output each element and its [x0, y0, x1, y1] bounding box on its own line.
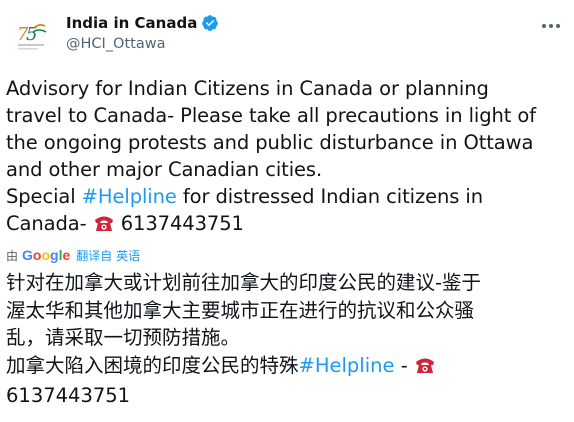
- avatar[interactable]: 7 5: [8, 12, 56, 60]
- google-logo-letter: o: [32, 247, 42, 263]
- google-logo-letter: g: [50, 247, 59, 263]
- translated-from-link[interactable]: 翻译自 英语: [76, 247, 140, 264]
- translated-text-line: 针对在加拿大或计划前往加拿大的印度公民的建议-鉴于: [6, 271, 482, 294]
- google-logo: Google: [22, 247, 70, 263]
- hashtag-link[interactable]: #Helpline: [82, 185, 177, 208]
- logo-avatar-icon: 7 5: [8, 12, 56, 60]
- tweet: 7 5 India in Canada @HCI_Ottawa Advisory…: [0, 0, 574, 422]
- phone-number: 6137443751: [114, 212, 244, 235]
- tweet-text-line: Advisory for Indian Citizens in Canada o…: [6, 77, 489, 100]
- phone-number: 6137443751: [6, 384, 131, 407]
- account-names: India in Canada @HCI_Ottawa: [66, 12, 219, 52]
- translated-text-line: 渥太华和其他加拿大主要城市正在进行的抗议和公众骚: [6, 298, 475, 322]
- translation-attribution: 由 Google 翻译自 英语: [6, 245, 140, 265]
- telephone-icon: [93, 213, 115, 240]
- display-name[interactable]: India in Canada: [66, 14, 197, 32]
- verified-badge-icon: [201, 14, 219, 32]
- tweet-text-line: and other major Canadian cities.: [6, 158, 323, 181]
- google-logo-letter: o: [41, 247, 51, 263]
- google-logo-letter: e: [62, 247, 71, 263]
- display-name-row: India in Canada: [66, 12, 219, 34]
- text-segment: Canada-: [6, 212, 93, 235]
- tweet-text: Advisory for Indian Citizens in Canada o…: [6, 75, 568, 240]
- translated-by-label: 由: [6, 248, 19, 263]
- hashtag-link[interactable]: #Helpline: [299, 354, 395, 377]
- text-segment: -: [394, 353, 414, 377]
- more-options-icon[interactable]: [538, 16, 564, 36]
- tweet-text-line: the ongoing protests and public disturba…: [6, 131, 534, 154]
- tweet-header: 7 5 India in Canada @HCI_Ottawa: [0, 0, 574, 72]
- tweet-text-line: Canada- 6137443751: [6, 210, 568, 240]
- google-logo-letter: G: [22, 247, 33, 263]
- translated-text: 针对在加拿大或计划前往加拿大的印度公民的建议-鉴于 渥太华和其他加拿大主要城市正…: [6, 269, 568, 410]
- account-handle[interactable]: @HCI_Ottawa: [66, 36, 219, 52]
- text-segment: for distressed Indian citizens in: [176, 185, 483, 208]
- text-segment: Special: [6, 185, 82, 208]
- tweet-text-line: travel to Canada- Please take all precau…: [6, 104, 537, 127]
- translated-text-line: 乱，请采取一切预防措施。: [6, 326, 241, 349]
- telephone-icon: [414, 355, 436, 383]
- translated-text-line: 加拿大陷入困境的印度公民的特殊#Helpline -: [6, 352, 568, 383]
- tweet-text-line: Special #Helpline for distressed Indian …: [6, 183, 568, 210]
- text-segment: 加拿大陷入困境的印度公民的特殊: [6, 353, 299, 377]
